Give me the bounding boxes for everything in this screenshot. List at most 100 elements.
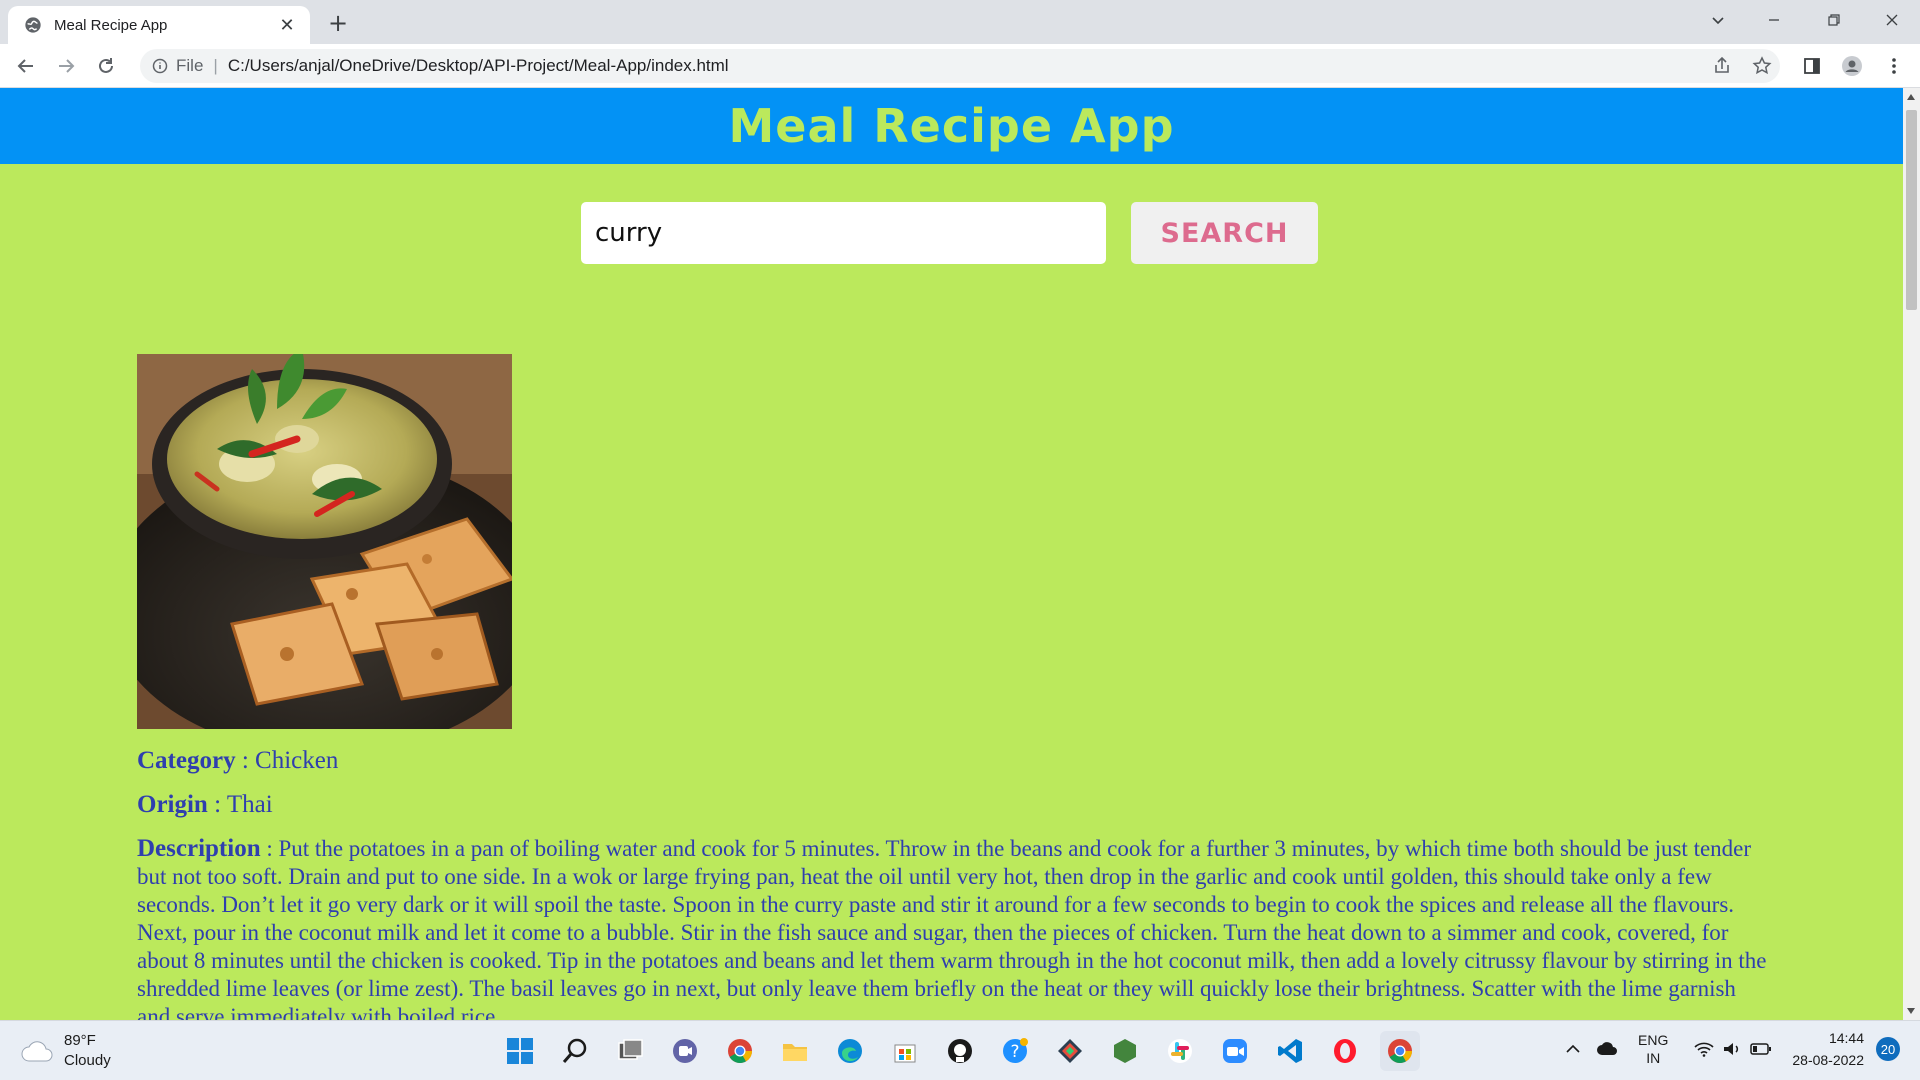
notification-badge[interactable]: 20: [1876, 1037, 1900, 1061]
task-view-button[interactable]: [610, 1031, 650, 1071]
star-icon: [1752, 56, 1772, 75]
store-button[interactable]: [885, 1031, 925, 1071]
chrome-taskbar-button[interactable]: [720, 1031, 760, 1071]
forward-arrow-icon: [59, 59, 75, 73]
page-scrollbar[interactable]: [1903, 88, 1920, 1020]
tab-strip: Meal Recipe App ✕ +: [0, 0, 1920, 44]
kebab-menu-icon: [1892, 58, 1896, 74]
weather-desc: Cloudy: [64, 1052, 111, 1069]
scroll-down-arrow-icon[interactable]: [1907, 1008, 1915, 1014]
browser-tab[interactable]: Meal Recipe App ✕: [8, 6, 310, 44]
chrome-icon: [728, 1039, 752, 1064]
share-icon: [1715, 56, 1729, 73]
new-tab-button[interactable]: +: [322, 8, 354, 40]
meal-description: Description : Put the potatoes in a pan …: [137, 835, 1767, 1020]
meal-category: Category : Chicken: [137, 747, 339, 774]
profile-avatar-icon: [1842, 56, 1862, 76]
wifi-icon[interactable]: [1694, 1041, 1714, 1057]
minimize-button[interactable]: [1746, 0, 1802, 40]
lang-top: ENG: [1638, 1032, 1669, 1048]
profile-button[interactable]: [1838, 52, 1866, 80]
meal-card: Category : Chicken Origin : Thai Descrip…: [137, 354, 1767, 1020]
git-gui-button[interactable]: [1050, 1031, 1090, 1071]
language-indicator[interactable]: ENG IN: [1638, 1031, 1668, 1067]
browser-menu-button[interactable]: [1880, 52, 1908, 80]
opera-icon: [1334, 1039, 1356, 1063]
share-button[interactable]: [1708, 52, 1736, 80]
side-panel-button[interactable]: [1798, 52, 1826, 80]
chat-icon: [673, 1039, 697, 1063]
search-input[interactable]: [581, 202, 1106, 264]
edge-button[interactable]: [830, 1031, 870, 1071]
node-icon: [1114, 1039, 1136, 1063]
reload-icon: [99, 58, 113, 73]
windows-logo-icon: [507, 1038, 533, 1064]
clock[interactable]: 14:44 28-08-2022: [1792, 1027, 1864, 1071]
system-tray: ENG IN 14:44 28-08-2022 20: [1564, 1027, 1900, 1071]
teams-chat-button[interactable]: [665, 1031, 705, 1071]
description-label: Description: [137, 835, 261, 862]
weather-widget[interactable]: 89°F Cloudy: [20, 1031, 111, 1071]
tab-title: Meal Recipe App: [54, 16, 168, 34]
tab-search-icon[interactable]: [1690, 0, 1746, 40]
info-icon: [152, 58, 168, 74]
help-button[interactable]: ?: [995, 1031, 1035, 1071]
volume-icon[interactable]: [1722, 1041, 1742, 1057]
onedrive-cloud-icon[interactable]: [1596, 1041, 1618, 1057]
search-icon: [562, 1038, 587, 1063]
file-explorer-button[interactable]: [775, 1031, 815, 1071]
lang-bottom: IN: [1646, 1050, 1661, 1066]
chrome-active-button[interactable]: [1380, 1031, 1420, 1071]
search-taskbar-button[interactable]: [555, 1031, 595, 1071]
app-title: Meal Recipe App: [728, 99, 1175, 153]
chrome-active-icon: [1388, 1039, 1412, 1064]
browser-toolbar: File | C:/Users/anjal/OneDrive/Desktop/A…: [0, 44, 1920, 88]
side-panel-icon: [1804, 58, 1820, 74]
category-label: Category: [137, 747, 236, 774]
meal-image: [137, 354, 512, 729]
url-text: C:/Users/anjal/OneDrive/Desktop/API-Proj…: [227, 56, 729, 75]
github-button[interactable]: [940, 1031, 980, 1071]
svg-text:?: ?: [1010, 1042, 1019, 1062]
store-icon: [894, 1044, 916, 1063]
url-separator: |: [213, 56, 218, 75]
slack-button[interactable]: [1160, 1031, 1200, 1071]
address-bar[interactable]: File | C:/Users/anjal/OneDrive/Desktop/A…: [140, 49, 1780, 83]
zoom-icon: [1223, 1039, 1247, 1063]
search-form: SEARCH: [581, 202, 1318, 264]
help-icon: ?: [1003, 1038, 1028, 1063]
scrollbar-thumb[interactable]: [1906, 110, 1917, 310]
search-button[interactable]: SEARCH: [1131, 202, 1318, 264]
opera-button[interactable]: [1325, 1031, 1365, 1071]
forward-button[interactable]: [52, 52, 80, 80]
clock-time: 14:44: [1828, 1030, 1864, 1046]
restore-button[interactable]: [1806, 0, 1862, 40]
battery-icon[interactable]: [1750, 1042, 1772, 1056]
slack-icon: [1168, 1039, 1192, 1063]
vscode-button[interactable]: [1270, 1031, 1310, 1071]
origin-label: Origin: [137, 791, 208, 818]
url-scheme-label: File: [176, 56, 204, 75]
start-button[interactable]: [500, 1031, 540, 1071]
close-window-button[interactable]: [1864, 0, 1920, 40]
back-button[interactable]: [12, 52, 40, 80]
category-value: Chicken: [255, 747, 339, 774]
scroll-up-arrow-icon[interactable]: [1907, 94, 1915, 100]
cloud-icon: [21, 1041, 53, 1062]
nodejs-button[interactable]: [1105, 1031, 1145, 1071]
close-tab-icon[interactable]: ✕: [276, 15, 298, 36]
os-taskbar: 89°F Cloudy ? ENG IN 14:44 28-08-2022 20: [0, 1020, 1920, 1080]
clock-date: 28-08-2022: [1792, 1052, 1864, 1068]
page-viewport: Meal Recipe App SEARCH: [0, 88, 1903, 1020]
origin-value: Thai: [226, 791, 273, 818]
weather-temp: 89°F: [64, 1032, 96, 1049]
reload-button[interactable]: [92, 52, 120, 80]
zoom-button[interactable]: [1215, 1031, 1255, 1071]
chevron-up-icon[interactable]: [1564, 1040, 1582, 1058]
bookmark-button[interactable]: [1748, 52, 1776, 80]
vscode-icon: [1278, 1039, 1302, 1063]
taskbar-apps: ?: [500, 1031, 1435, 1071]
folder-icon: [783, 1044, 807, 1061]
back-arrow-icon: [17, 59, 33, 73]
git-icon: [1058, 1039, 1082, 1063]
